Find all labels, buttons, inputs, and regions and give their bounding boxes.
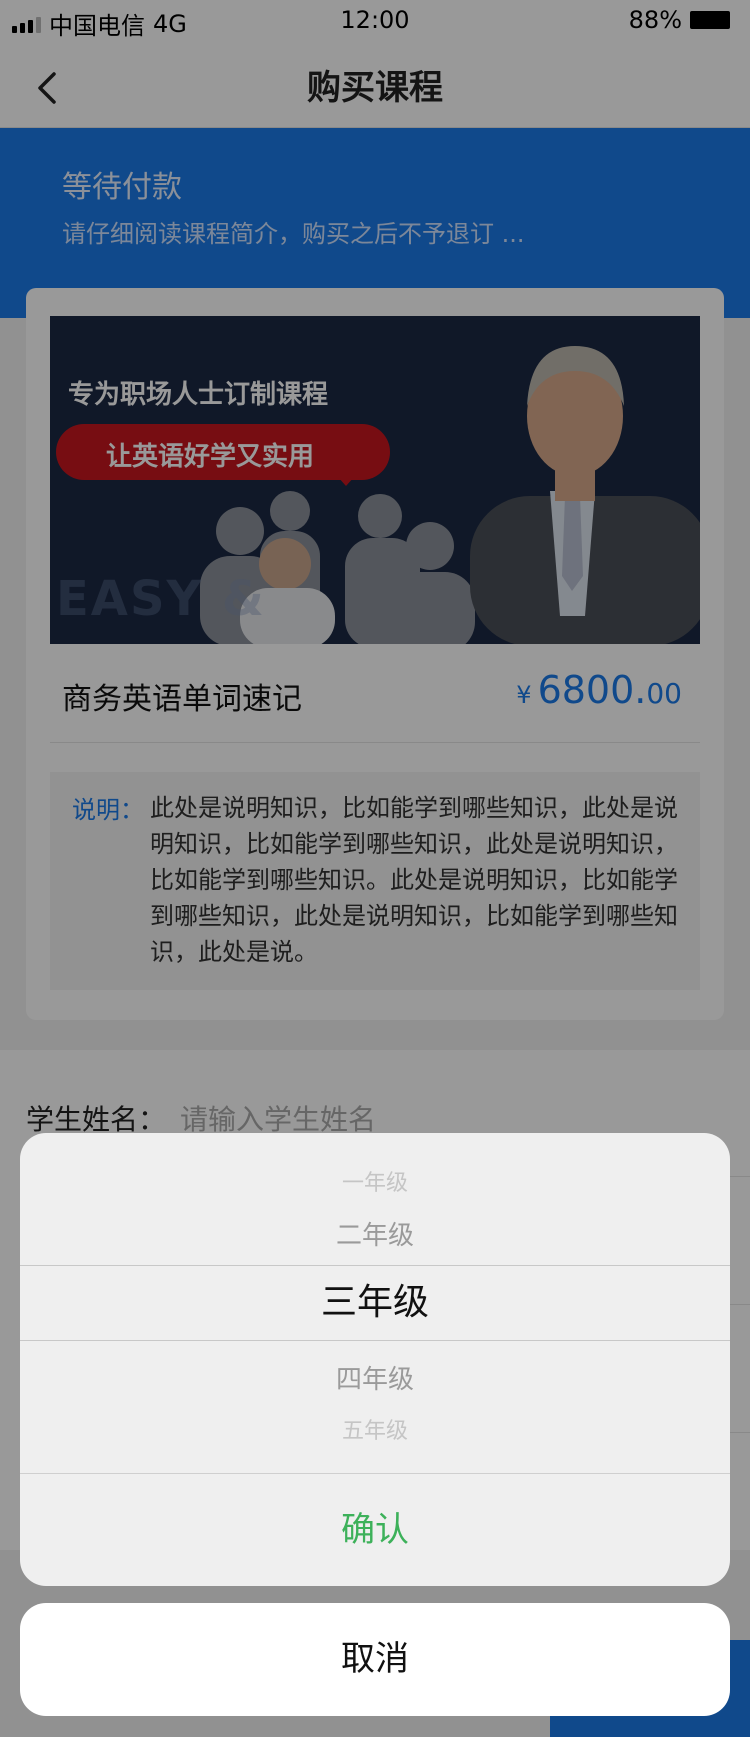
picker-option[interactable]: 一年级 — [20, 1165, 730, 1197]
cancel-button[interactable]: 取消 — [20, 1603, 730, 1716]
picker-option-selected[interactable]: 三年级 — [20, 1273, 730, 1325]
picker-selection-line — [20, 1340, 730, 1341]
picker-option[interactable]: 二年级 — [20, 1215, 730, 1252]
picker-selection-line — [20, 1265, 730, 1266]
picker-option[interactable]: 四年级 — [20, 1359, 730, 1396]
picker-option[interactable]: 五年级 — [20, 1413, 730, 1445]
confirm-button[interactable]: 确认 — [20, 1473, 730, 1586]
grade-picker: 一年级 二年级 三年级 四年级 五年级 确认 — [20, 1133, 730, 1586]
